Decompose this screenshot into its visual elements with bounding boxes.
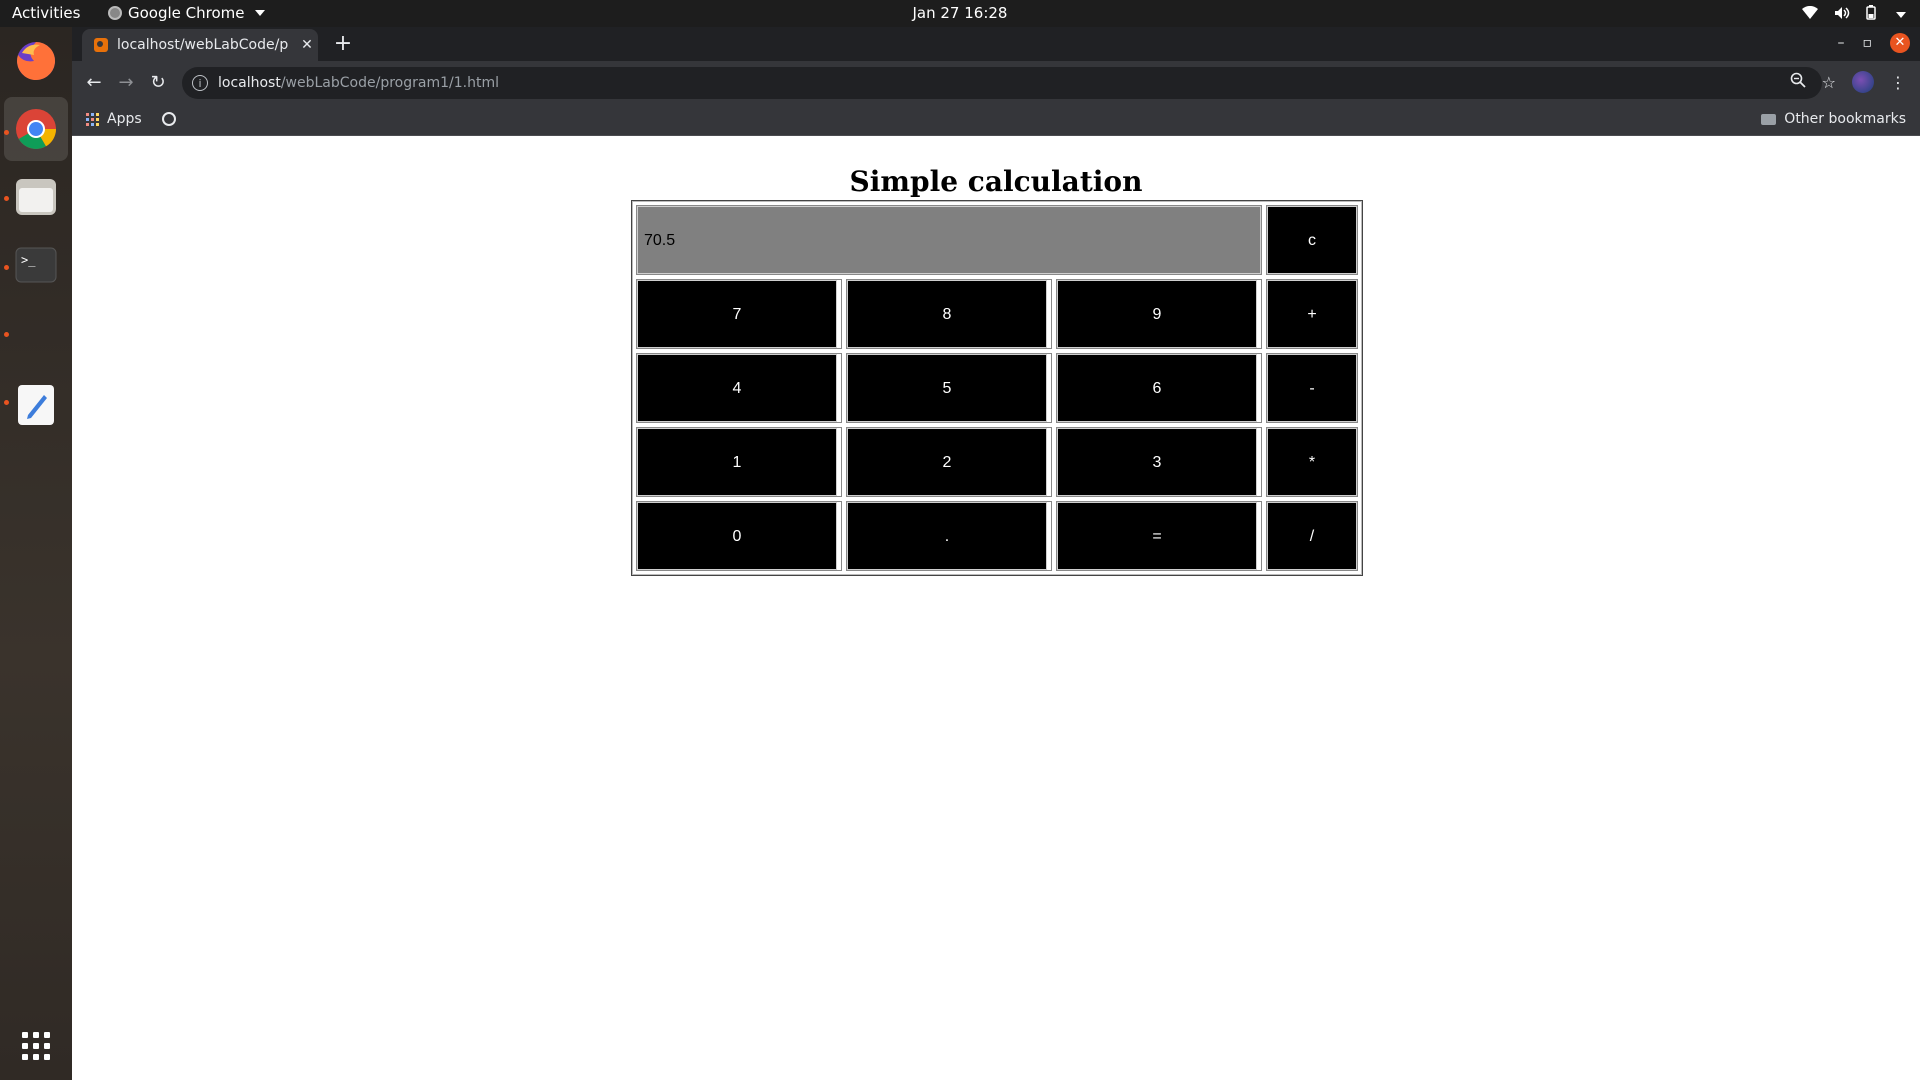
- multiply-button[interactable]: *: [1267, 428, 1357, 496]
- running-indicator: [4, 196, 9, 201]
- tab-strip: localhost/webLabCode/p ✕ + – ▫ ✕: [72, 27, 1920, 61]
- clear-cell: c: [1266, 205, 1358, 275]
- digit-2-button[interactable]: 2: [847, 428, 1047, 496]
- digit-8-button[interactable]: 8: [847, 280, 1047, 348]
- reload-icon[interactable]: ↻: [146, 71, 170, 95]
- apps-grid-icon: [86, 112, 99, 126]
- running-indicator: [4, 130, 9, 135]
- forward-icon[interactable]: →: [114, 71, 138, 95]
- digit-0-button[interactable]: 0: [637, 502, 837, 570]
- url-host: localhost: [218, 75, 281, 91]
- other-bookmarks-label: Other bookmarks: [1784, 111, 1906, 127]
- restore-icon[interactable]: ▫: [1863, 35, 1873, 51]
- close-window-icon[interactable]: ✕: [1890, 33, 1910, 53]
- other-bookmarks[interactable]: Other bookmarks: [1761, 111, 1906, 127]
- site-info-icon[interactable]: i: [192, 75, 208, 91]
- digit-5-button[interactable]: 5: [847, 354, 1047, 422]
- toolbar-right-icons: ☆ ⋮: [1790, 71, 1906, 93]
- digit-3-button[interactable]: 3: [1057, 428, 1257, 496]
- window-controls: – ▫ ✕: [1838, 33, 1910, 53]
- system-menu[interactable]: [1802, 5, 1906, 24]
- apps-label: Apps: [107, 111, 142, 127]
- globe-bookmark-icon[interactable]: [162, 112, 176, 126]
- clear-button[interactable]: c: [1267, 206, 1357, 274]
- display-cell: 70.5: [636, 205, 1262, 275]
- digit-1-button[interactable]: 1: [637, 428, 837, 496]
- svg-text:>_: >_: [21, 253, 36, 267]
- wifi-icon: [1802, 5, 1818, 24]
- back-icon[interactable]: ←: [82, 71, 106, 95]
- divide-button[interactable]: /: [1267, 502, 1357, 570]
- bookmark-star-icon[interactable]: ☆: [1822, 73, 1836, 92]
- menu-kebab-icon[interactable]: ⋮: [1890, 73, 1906, 92]
- chevron-down-icon: [1896, 11, 1906, 18]
- equals-button[interactable]: =: [1057, 502, 1257, 570]
- apps-shortcut[interactable]: Apps: [86, 111, 142, 127]
- volume-icon: [1834, 6, 1850, 24]
- calculator-display[interactable]: 70.5: [637, 206, 1261, 274]
- digit-6-button[interactable]: 6: [1057, 354, 1257, 422]
- firefox-icon[interactable]: [12, 37, 60, 85]
- show-apps-icon[interactable]: [12, 1022, 60, 1070]
- running-indicator: [4, 332, 9, 337]
- system-top-bar: Activities Google Chrome Jan 27 16:28: [0, 0, 1920, 27]
- bookmarks-bar: Apps Other bookmarks: [72, 105, 1920, 136]
- profile-avatar[interactable]: [1852, 71, 1874, 93]
- add-button[interactable]: +: [1267, 280, 1357, 348]
- zoom-icon[interactable]: [1790, 72, 1806, 92]
- decimal-point-button[interactable]: .: [847, 502, 1047, 570]
- calculator: 70.5 c 7 8 9 + 4 5 6 - 1 2 3 * 0 . = /: [631, 200, 1363, 576]
- address-bar[interactable]: i localhost/webLabCode/program1/1.html: [182, 67, 1822, 99]
- chrome-icon[interactable]: [12, 105, 60, 153]
- digit-4-button[interactable]: 4: [637, 354, 837, 422]
- folder-icon: [1761, 113, 1777, 125]
- close-tab-icon[interactable]: ✕: [296, 37, 318, 53]
- clock[interactable]: Jan 27 16:28: [0, 4, 1920, 22]
- running-indicator: [4, 400, 9, 405]
- digit-9-button[interactable]: 9: [1057, 280, 1257, 348]
- url-path: /webLabCode/program1/1.html: [280, 75, 499, 91]
- browser-toolbar: ← → ↻ i localhost/webLabCode/program1/1.…: [72, 61, 1920, 105]
- files-icon[interactable]: [12, 173, 60, 221]
- tab-title: localhost/webLabCode/p: [117, 37, 289, 53]
- dock: >_: [0, 27, 72, 1080]
- favicon-icon: [94, 38, 108, 52]
- text-editor-icon[interactable]: [12, 381, 60, 429]
- battery-icon: [1866, 5, 1876, 24]
- browser-window: localhost/webLabCode/p ✕ + – ▫ ✕ ← → ↻ i…: [72, 27, 1920, 1080]
- page-title: Simple calculation: [849, 165, 1143, 198]
- digit-7-button[interactable]: 7: [637, 280, 837, 348]
- minimize-icon[interactable]: –: [1838, 35, 1845, 51]
- running-indicator: [4, 265, 9, 270]
- browser-tab[interactable]: localhost/webLabCode/p ✕: [82, 29, 318, 61]
- terminal-icon[interactable]: >_: [12, 241, 60, 289]
- subtract-button[interactable]: -: [1267, 354, 1357, 422]
- new-tab-button[interactable]: +: [330, 31, 356, 57]
- page-content: Simple calculation 70.5 c 7 8 9 + 4 5 6: [72, 136, 1920, 1080]
